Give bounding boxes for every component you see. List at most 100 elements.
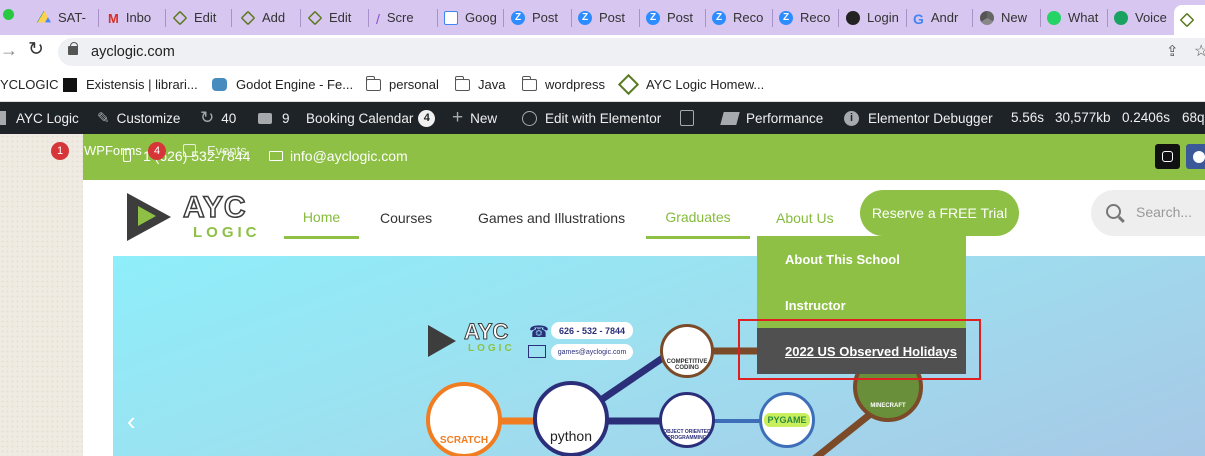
star-icon[interactable]: ☆ xyxy=(1194,41,1205,61)
tab-label: New xyxy=(1001,10,1028,25)
browser-tab[interactable]: What xyxy=(1047,4,1102,31)
zoom-icon: Z xyxy=(646,10,660,25)
yoast-icon[interactable] xyxy=(680,110,694,126)
forward-arrow-icon[interactable]: → xyxy=(0,40,18,61)
hero-phone-icon: ☎ xyxy=(529,324,549,341)
wpforms-menu-label[interactable]: WPForms xyxy=(84,143,142,158)
query-monitor-memory[interactable]: 30,577kb xyxy=(1055,110,1111,125)
node-label: PYGAME xyxy=(764,413,810,427)
address-bar[interactable]: ayclogic.com ⇪ ☆ xyxy=(58,38,1205,66)
ayc-logo-icon xyxy=(1179,12,1195,28)
elementor-icon xyxy=(522,110,537,126)
bookmark-folder[interactable]: wordpress xyxy=(521,68,605,101)
feather-icon: / xyxy=(376,10,380,27)
course-node-python[interactable]: python xyxy=(533,381,609,456)
course-node-competitive-coding[interactable]: COMPETITIVE CODING xyxy=(660,324,714,378)
browser-tab[interactable]: New xyxy=(980,4,1038,31)
admin-performance[interactable]: Performance xyxy=(720,102,823,134)
tab-label: Edit xyxy=(194,10,217,25)
bookmark-folder[interactable]: Java xyxy=(454,68,505,101)
browser-tab-active[interactable] xyxy=(1174,5,1205,35)
bookmark-item[interactable]: Existensis | librari... xyxy=(63,68,198,101)
admin-updates[interactable]: ↻ 40 xyxy=(200,102,236,134)
zoom-icon: Z xyxy=(578,10,592,25)
site-logo[interactable]: AYC LOGIC xyxy=(123,190,273,243)
course-node-pygame[interactable]: PYGAME xyxy=(759,392,815,448)
query-monitor-db-time[interactable]: 0.2406s xyxy=(1122,110,1170,125)
tab-label: Add xyxy=(262,10,286,25)
bookmark-label: personal xyxy=(389,77,439,92)
dropdown-item-about-school[interactable]: About This School xyxy=(757,236,966,282)
instagram-icon[interactable] xyxy=(1155,144,1180,169)
course-node-oop[interactable]: OBJECT ORIENTED PROGRAMMING xyxy=(659,392,715,448)
nav-home[interactable]: Home xyxy=(284,198,359,239)
browser-tab[interactable]: Edit xyxy=(173,4,225,31)
bookmark-item[interactable]: Godot Engine - Fe... xyxy=(212,68,353,101)
admin-customize[interactable]: ✎ Customize xyxy=(97,102,180,134)
browser-tab[interactable]: Add xyxy=(241,4,295,31)
slider-prev-arrow-icon[interactable]: ‹ xyxy=(127,406,136,437)
admin-new[interactable]: + New xyxy=(452,102,497,134)
ayc-logo-icon xyxy=(617,73,640,96)
admin-booking-calendar[interactable]: Booking Calendar 4 xyxy=(306,102,436,134)
browser-tab[interactable]: Z Post xyxy=(511,4,571,31)
bookmark-label: AYC Logic Homew... xyxy=(646,77,765,92)
tab-label: What xyxy=(1068,10,1099,25)
whatsapp-icon xyxy=(1047,10,1061,25)
browser-tab[interactable]: Voice xyxy=(1114,4,1169,31)
reload-icon[interactable]: ↻ xyxy=(28,38,44,61)
dropdown-item-label: About This School xyxy=(785,251,900,267)
browser-tab[interactable]: / Scre xyxy=(376,4,432,31)
browser-tab[interactable]: Edit xyxy=(308,4,363,31)
brush-icon: ✎ xyxy=(97,110,110,127)
query-monitor-time[interactable]: 5.56s xyxy=(1011,110,1044,125)
bookmark-label: wordpress xyxy=(545,77,605,92)
bookmark-item[interactable]: YCLOGIC xyxy=(0,68,59,101)
admin-updates-count: 40 xyxy=(221,110,237,126)
comment-icon xyxy=(258,112,272,124)
admin-comments[interactable]: 9 xyxy=(258,102,290,134)
course-node-scratch[interactable]: SCRATCH xyxy=(426,382,502,456)
hero-mail-icon xyxy=(528,345,546,358)
window-maximize-button[interactable] xyxy=(3,9,14,20)
updates-icon: ↻ xyxy=(200,108,215,127)
browser-tab[interactable]: SAT- xyxy=(37,4,97,31)
nav-courses[interactable]: Courses xyxy=(380,198,432,238)
node-label: SCRATCH xyxy=(439,434,489,446)
share-icon[interactable]: ⇪ xyxy=(1166,42,1179,60)
browser-tab[interactable]: Z Post xyxy=(578,4,638,31)
browser-tab[interactable]: M Inbo xyxy=(108,4,163,31)
tab-label: Login xyxy=(867,10,899,25)
facebook-icon[interactable] xyxy=(1186,144,1205,169)
tab-label: Andr xyxy=(930,10,959,25)
browser-tab[interactable]: Z Reco xyxy=(779,4,834,31)
phone-icon xyxy=(1114,10,1128,25)
browser-tab[interactable]: Z Post xyxy=(646,4,701,31)
bookmark-folder[interactable]: personal xyxy=(365,68,439,101)
query-monitor-queries[interactable]: 68q xyxy=(1182,110,1205,125)
search-input[interactable]: Search... xyxy=(1091,190,1205,236)
browser-tab[interactable]: Login xyxy=(846,4,901,31)
bookmarks-bar: YCLOGIC Existensis | librari... Godot En… xyxy=(0,68,1205,102)
admin-elementor-debugger[interactable]: i Elementor Debugger xyxy=(844,102,993,134)
folder-icon xyxy=(365,75,381,91)
hero-phone: 626 - 532 - 7844 xyxy=(551,322,633,339)
events-menu-label[interactable]: Events xyxy=(207,143,247,158)
admin-new-label: New xyxy=(470,110,498,126)
browser-tab[interactable]: Z Reco xyxy=(712,4,772,31)
free-trial-button[interactable]: Reserve a FREE Trial xyxy=(860,190,1019,236)
nav-about[interactable]: About Us xyxy=(776,198,834,238)
folder-icon xyxy=(521,75,537,91)
hero-slider: AYC LOGIC ☎ 626 - 532 - 7844 games@ayclo… xyxy=(113,256,1205,456)
admin-edit-elementor[interactable]: Edit with Elementor xyxy=(522,102,661,134)
home-icon xyxy=(0,111,6,125)
nav-games[interactable]: Games and Illustrations xyxy=(478,198,625,238)
admin-site-name[interactable]: AYC Logic xyxy=(0,102,79,134)
browser-tab[interactable]: G Andr xyxy=(913,4,968,31)
free-trial-label: Reserve a FREE Trial xyxy=(871,205,1008,221)
nav-graduates[interactable]: Graduates xyxy=(646,198,750,239)
browser-tab[interactable]: Goog xyxy=(444,4,499,31)
search-placeholder: Search... xyxy=(1136,204,1193,220)
site-email[interactable]: info@ayclogic.com xyxy=(290,148,408,164)
bookmark-item[interactable]: AYC Logic Homew... xyxy=(617,68,765,101)
